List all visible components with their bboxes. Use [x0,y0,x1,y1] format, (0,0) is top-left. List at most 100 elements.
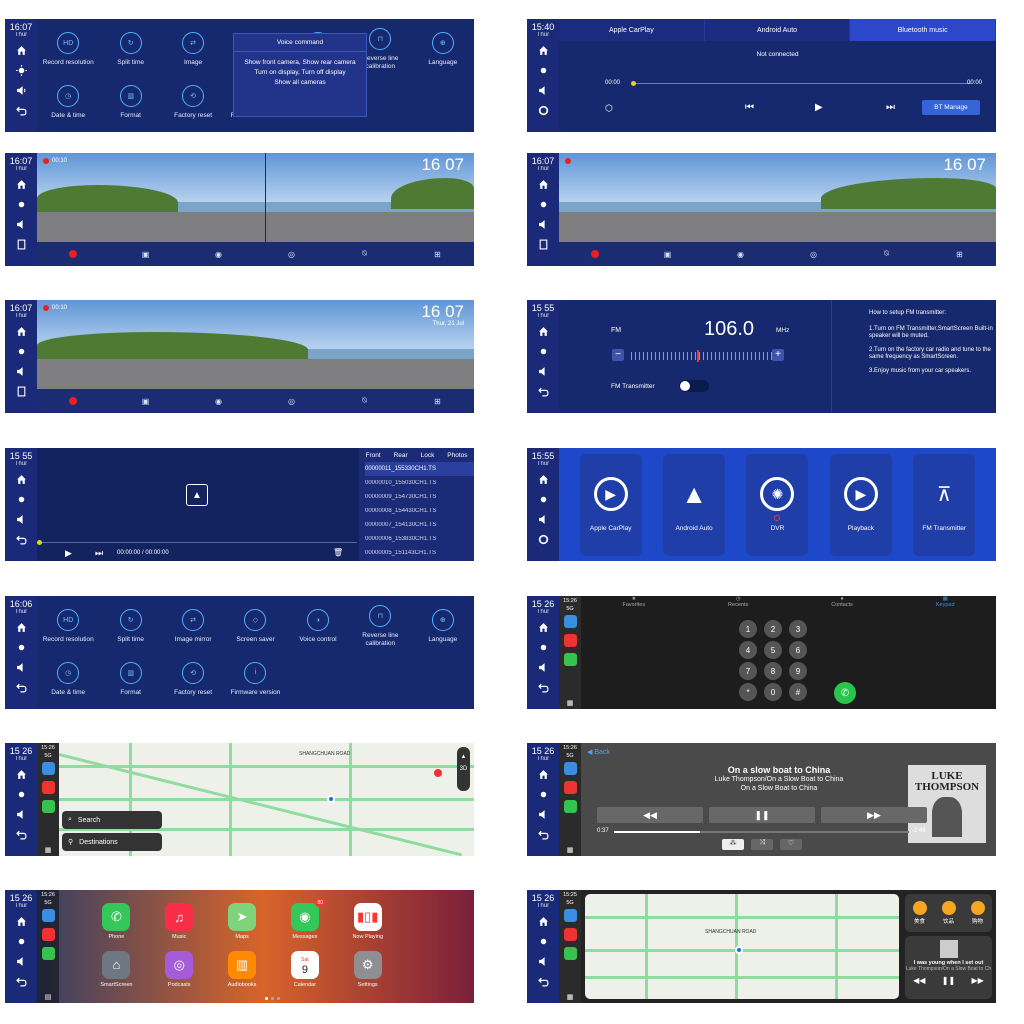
tab-photos[interactable]: Photos [447,452,467,459]
volume-icon[interactable] [537,661,549,673]
maps-icon[interactable] [563,762,577,775]
tab-rear[interactable]: Rear [394,452,408,459]
volume-icon[interactable] [537,513,549,525]
layout-icon[interactable]: ⊞ [433,397,442,406]
rewind-icon[interactable]: ◀◀ [913,976,925,985]
next-icon[interactable]: ⏭ [886,102,895,113]
frequency-down-button[interactable]: − [612,349,624,361]
list-item[interactable]: 00000010_155030CH1.TS [365,476,474,490]
back-icon[interactable] [15,681,27,693]
home-icon[interactable] [15,768,27,780]
app-list-icon[interactable]: ▤ [45,993,52,1001]
maps-icon[interactable] [41,909,55,922]
brightness-icon[interactable] [537,788,549,800]
camera-icon[interactable]: ◉ [214,250,223,259]
mic-mute-icon[interactable]: ⍉ [360,249,369,259]
record-button-icon[interactable] [591,250,599,258]
app-music[interactable]: ♫ Music [148,898,211,946]
netease-icon[interactable] [563,634,577,647]
phone-icon[interactable] [563,653,577,666]
key-2[interactable]: 2 [764,620,782,638]
format-item[interactable]: ▥ Format [99,76,161,129]
home-icon[interactable] [15,178,27,190]
app-now-playing[interactable]: ▮▯▮ Now Playing [336,898,399,946]
date-time-item[interactable]: ◷ Date & time [37,653,99,706]
record-resolution-item[interactable]: HD Record resolution [37,600,99,653]
mic-mute-icon[interactable]: ⍉ [882,249,891,259]
progress-knob[interactable] [631,81,636,86]
dvr-tile[interactable]: ✺ DVR [746,453,809,556]
volume-icon[interactable] [15,218,27,230]
key-5[interactable]: 5 [764,641,782,659]
front-camera-view[interactable]: 00:10 [37,153,265,242]
volume-icon[interactable] [15,808,27,820]
volume-icon[interactable] [537,218,549,230]
app-messages[interactable]: ◉ 80 Messages [273,898,336,946]
netease-icon[interactable] [563,928,577,941]
back-icon[interactable] [15,104,27,116]
home-icon[interactable] [15,915,27,927]
app-calendar[interactable]: Sat 9 Calendar [273,946,336,994]
key-3[interactable]: 3 [789,620,807,638]
maps-icon[interactable] [563,909,577,922]
key-9[interactable]: 9 [789,662,807,680]
list-item[interactable]: 00000005_151143CH1.TS [365,546,474,560]
back-button[interactable]: ◀ Back [587,748,610,756]
map-widget[interactable]: SHANGCHUAN ROAD [585,894,899,999]
pause-icon[interactable]: ❚❚ [942,976,955,985]
key-7[interactable]: 7 [739,662,757,680]
list-item[interactable]: 00000007_154130CH1.TS [365,518,474,532]
back-icon[interactable] [15,533,27,545]
brightness-icon[interactable] [537,64,549,76]
mic-mute-icon[interactable]: ⍉ [360,396,369,406]
home-icon[interactable] [15,473,27,485]
split-time-item[interactable]: ↻ Split time [99,23,161,76]
now-playing-widget[interactable]: I was young when I set out Luke Thompson… [905,936,992,999]
lock-icon[interactable]: ▣ [141,250,150,259]
screen-saver-item[interactable]: ◇ Screen saver [224,600,286,653]
category-shopping[interactable]: 购物 [970,901,985,925]
heart-icon[interactable]: ♡ [780,839,802,850]
rear-camera-view[interactable]: 16 07 [266,153,474,242]
tab-recents[interactable]: ◷ Recents [728,596,748,614]
volume-icon[interactable] [537,808,549,820]
3d-toggle[interactable]: 3D [457,763,470,775]
playback-icon[interactable]: ◎ [809,250,818,259]
apple-carplay-tile[interactable]: ▶ Apple CarPlay [579,453,642,556]
tab-apple-carplay[interactable]: Apple CarPlay [559,19,705,41]
video-preview[interactable]: ▲ [37,448,357,542]
layout-icon[interactable]: ⊞ [955,250,964,259]
netease-icon[interactable] [41,928,55,941]
home-icon[interactable] [537,915,549,927]
compass-icon[interactable]: ▲ [457,751,470,763]
app-phone[interactable]: ✆ Phone [85,898,148,946]
back-icon[interactable] [537,975,549,987]
record-button-icon[interactable] [69,397,77,405]
language-item[interactable]: ⊕ Language [412,23,474,76]
settings-icon[interactable] [537,104,549,116]
brightness-icon[interactable] [537,345,549,357]
tab-android-auto[interactable]: Android Auto [705,19,851,41]
category-drinks[interactable]: 饮品 [941,901,956,925]
brightness-icon[interactable] [537,641,549,653]
fm-transmitter-toggle[interactable] [679,380,709,392]
previous-icon[interactable]: ⏮ [745,102,754,113]
brightness-icon[interactable] [537,198,549,210]
image-mirror-item[interactable]: ⇄ Image mirror [162,600,224,653]
brightness-icon[interactable] [15,345,27,357]
list-item[interactable]: 00000006_153830CH1.TS [365,532,474,546]
destinations-button[interactable]: ⚲ Destinations [62,833,162,851]
brightness-icon[interactable] [15,935,27,947]
factory-reset-item[interactable]: ⟲ Factory reset [162,76,224,129]
screen-switch-icon[interactable] [537,238,549,250]
home-icon[interactable] [15,621,27,633]
lock-icon[interactable]: ▣ [663,250,672,259]
home-icon[interactable] [15,325,27,337]
firmware-version-item[interactable]: iFirmware version [224,653,286,706]
frequency-dial[interactable] [631,350,781,362]
maps-icon[interactable] [563,615,577,628]
volume-icon[interactable] [15,513,27,525]
search-button[interactable]: ⌕ Search [62,811,162,829]
key-1[interactable]: 1 [739,620,757,638]
home-icon[interactable] [537,44,549,56]
